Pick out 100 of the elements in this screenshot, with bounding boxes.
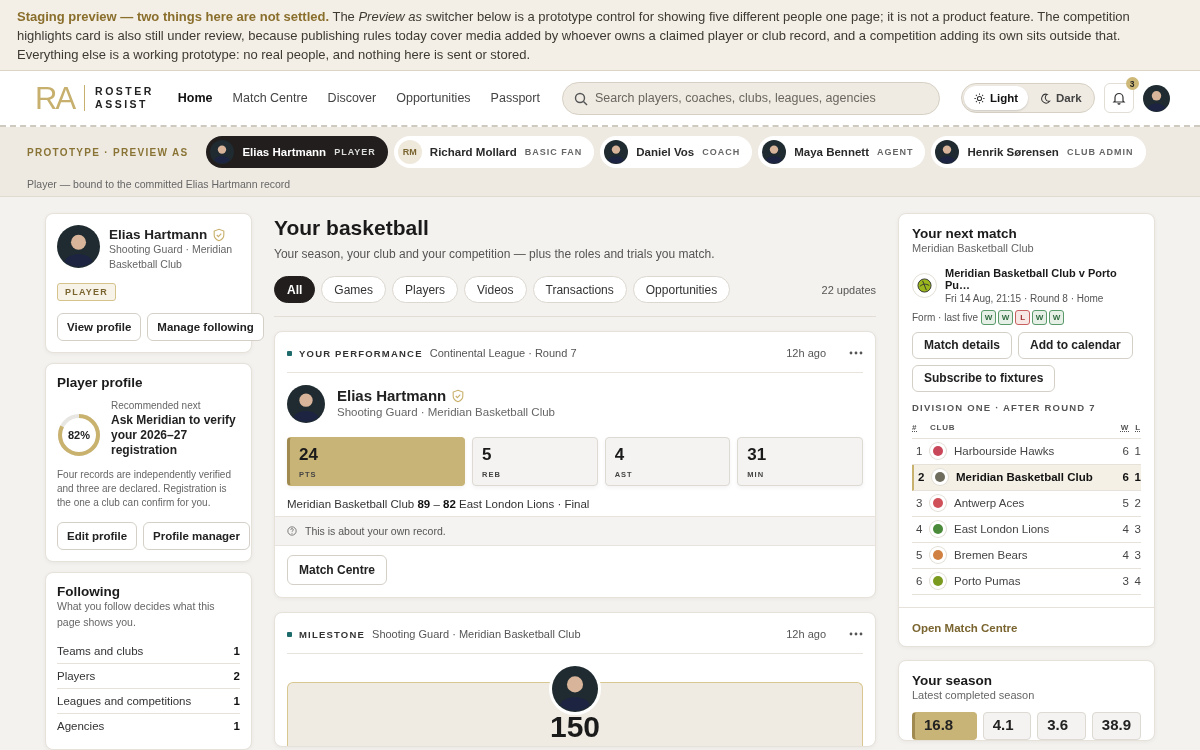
result-badge: W: [1049, 309, 1065, 325]
open-match-centre-link[interactable]: Open Match Centre: [912, 621, 1018, 634]
search-field[interactable]: Search players, coaches, clubs, leagues, agencies: [561, 81, 940, 115]
more-icon[interactable]: [849, 351, 863, 355]
table-cell-text: 6: [1121, 445, 1129, 458]
card-category: MILESTONE: [299, 628, 366, 640]
avatar: [57, 225, 100, 268]
result-badge: W: [1032, 309, 1048, 325]
following-label: Teams and clubs: [57, 644, 144, 657]
card-button[interactable]: Edit profile: [57, 522, 138, 551]
match-centre-button[interactable]: Match Centre: [287, 555, 387, 585]
card-button[interactable]: Add to calendar: [1018, 331, 1133, 359]
card-context: Continental League · Round 7: [429, 347, 577, 359]
standings-row[interactable]: 5 Bremen Bears 4 3: [912, 542, 1141, 569]
progress-ring: [57, 413, 101, 458]
card-button[interactable]: View profile: [57, 313, 142, 342]
following-label: Agencies: [57, 719, 105, 732]
avatar: [287, 385, 325, 423]
card-time: 12h ago: [786, 347, 826, 359]
persona-chip[interactable]: Henrik Sørensen CLUB ADMIN: [931, 136, 1146, 168]
table-cell-text: 3: [1133, 523, 1141, 536]
search-icon: [573, 91, 588, 106]
nav-link[interactable]: Passport: [490, 91, 540, 105]
more-icon[interactable]: [849, 632, 863, 636]
table-cell-text: 1: [915, 445, 924, 458]
following-label: Players: [57, 669, 96, 682]
following-label: Leagues and competitions: [57, 694, 192, 707]
nav-link[interactable]: Home: [177, 91, 213, 105]
theme-option[interactable]: Dark: [1030, 86, 1092, 110]
table-cell-text: 1: [1133, 445, 1141, 458]
page-title: Your basketball: [274, 216, 430, 240]
standings-row[interactable]: 3 Antwerp Aces 5 2: [912, 490, 1141, 517]
avatar: [935, 140, 960, 164]
player-name: Elias Hartmann: [337, 387, 447, 405]
table-cell-text: 2: [1133, 497, 1141, 510]
table-cell-text: Meridian Basketball Club: [956, 471, 1094, 484]
card-button[interactable]: Profile manager: [143, 522, 250, 551]
card-title: Following: [57, 584, 121, 600]
stat-tile: 16.8: [912, 711, 977, 740]
persona-chip[interactable]: Elias Hartmann PLAYER: [206, 136, 388, 168]
theme-option[interactable]: Light: [963, 86, 1029, 110]
table-title: DIVISION ONE · AFTER ROUND 7: [912, 401, 1097, 413]
persona-chip[interactable]: Daniel Vos COACH: [600, 136, 753, 168]
avatar: [1142, 84, 1170, 112]
update-count: 22 updates: [821, 283, 876, 296]
nav-link[interactable]: Discover: [327, 91, 377, 105]
card-title: Your season: [912, 672, 994, 688]
card-subtitle: What you follow decides what this page shows you.: [57, 599, 216, 630]
card-subtitle: Meridian Basketball Club: [912, 241, 1035, 256]
following-count: 1: [233, 644, 240, 657]
table-cell-text: 5: [1121, 497, 1129, 510]
milestone-value: 150: [549, 710, 601, 744]
card-button[interactable]: Manage following: [147, 313, 264, 342]
card-context: Shooting Guard · Meridian Basketball Club: [372, 628, 581, 640]
next-step-heading: Ask Meridian to verify your 2026–27 registration: [111, 413, 237, 459]
stat-tile: 38.9: [1091, 711, 1141, 740]
match-result: Meridian Basketball Club 89 – 82 East London Lions · Final: [286, 497, 591, 512]
form-label: Form · last five: [912, 311, 979, 323]
standings-row[interactable]: 6 Porto Pumas 3 4: [912, 568, 1141, 595]
result-badge: W: [998, 309, 1014, 325]
filter-chip[interactable]: Opportunities: [632, 276, 731, 303]
table-cell-text: 4: [1121, 523, 1129, 536]
nav-link[interactable]: Match Centre: [232, 91, 308, 105]
filter-chip[interactable]: Transactions: [532, 276, 627, 303]
nav-link[interactable]: Opportunities: [396, 91, 471, 105]
sun-icon: [973, 92, 985, 104]
persona-chip[interactable]: RM Richard Mollard BASIC FAN: [393, 136, 595, 168]
standings-row[interactable]: 1 Harbourside Hawks 6 1: [912, 438, 1141, 465]
table-cell-text: 6: [1121, 471, 1129, 484]
following-count: 2: [233, 669, 240, 682]
preview-note: Player — bound to the committed Elias Hartmann record: [27, 178, 292, 190]
filter-chip[interactable]: All: [274, 276, 316, 303]
stat-tile: 3.6: [1037, 711, 1086, 740]
table-cell-text: 6: [915, 575, 924, 588]
initials-avatar: RM: [397, 140, 422, 164]
standings-row[interactable]: 2 Meridian Basketball Club 6 1: [912, 464, 1141, 491]
result-badge: W: [981, 309, 997, 325]
filter-chip[interactable]: Players: [392, 276, 459, 303]
card-button[interactable]: Subscribe to fixtures: [912, 364, 1056, 392]
table-cell-text: Porto Pumas: [954, 575, 1022, 588]
persona-chip[interactable]: Maya Bennett AGENT: [758, 136, 926, 168]
fixture-detail: Fri 14 Aug, 21:15 · Round 8 · Home: [945, 292, 1105, 304]
notifications-button[interactable]: [1103, 83, 1134, 113]
table-cell-text: 4: [1133, 575, 1141, 588]
filter-chip[interactable]: Games: [321, 276, 387, 303]
staging-notice: Staging preview — two things here are not settled. The Preview as switcher below is a prototype control for showing five different people one page; it is not a product feature. The competition highlights card is also still under review, because publishing rules today cover media added by whoever owns a claimed player or club record, and a competition adding its own sits outside that. Everything else is a working prototype: no real people, and nothing here is sent or stored.: [16, 8, 1131, 64]
card-category: YOUR PERFORMANCE: [299, 347, 423, 359]
standings-row[interactable]: 4 East London Lions 4 3: [912, 516, 1141, 543]
avatar: [552, 666, 598, 712]
role-badge: PLAYER: [57, 283, 116, 302]
fixture-title: Meridian Basketball Club v Porto Pu…: [945, 266, 1118, 291]
following-count: 1: [233, 694, 240, 707]
logo-wordmark[interactable]: ROSTER ASSIST: [95, 85, 154, 111]
card-title: Player profile: [57, 375, 144, 391]
avatar: [604, 140, 629, 164]
bell-icon: [1111, 91, 1126, 105]
preview-label: PROTOTYPE · PREVIEW AS: [27, 146, 189, 158]
card-title: Your next match: [912, 226, 1018, 241]
filter-chip[interactable]: Videos: [464, 276, 527, 303]
card-button[interactable]: Match details: [912, 331, 1013, 359]
